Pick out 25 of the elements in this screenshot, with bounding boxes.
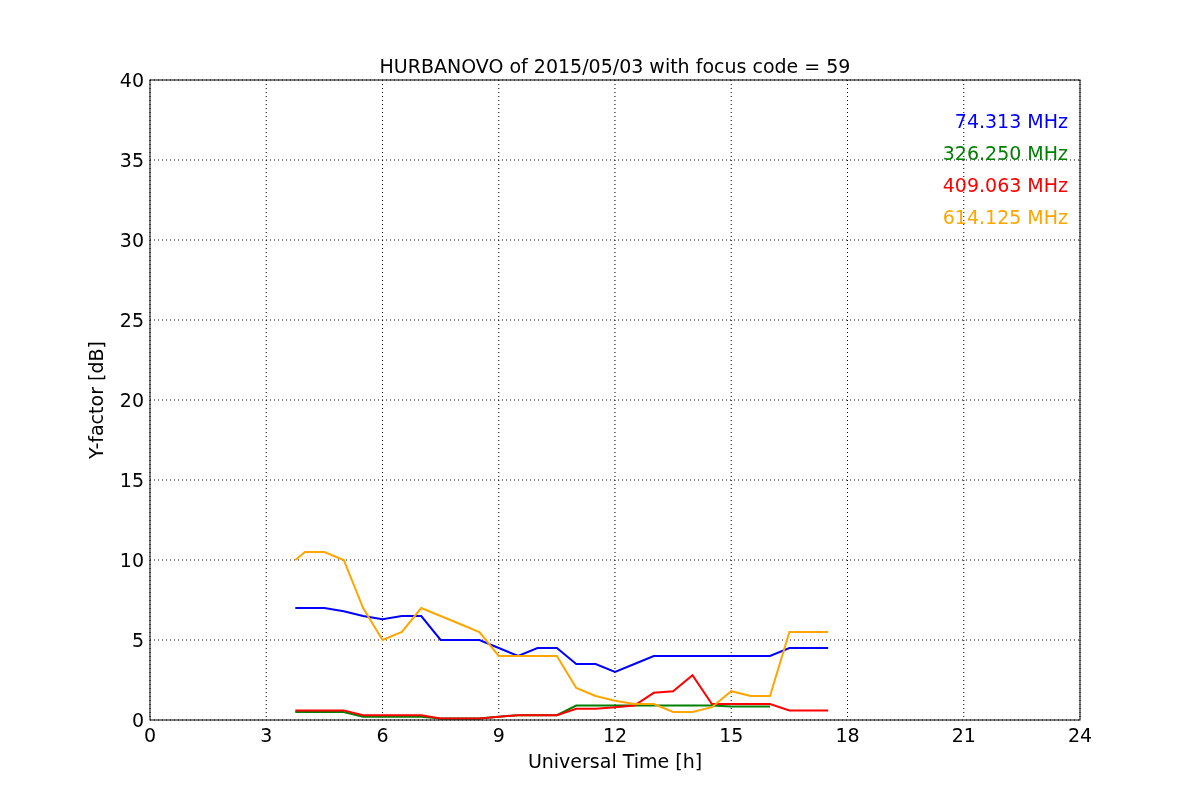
legend-label: 409.063 MHz [942, 174, 1068, 196]
y-tick-label: 20 [119, 389, 144, 411]
y-tick-label: 25 [119, 309, 144, 331]
x-tick-label: 24 [1067, 724, 1093, 746]
legend-label: 74.313 MHz [954, 110, 1068, 132]
x-tick-label: 15 [719, 724, 744, 746]
x-tick-label: 21 [951, 724, 976, 746]
y-tick-label: 30 [119, 229, 144, 251]
x-tick-label: 12 [602, 724, 628, 746]
y-tick-label: 0 [131, 709, 144, 731]
x-tick-label: 3 [260, 724, 273, 746]
legend-label: 614.125 MHz [942, 206, 1068, 228]
chart-title: HURBANOVO of 2015/05/03 with focus code = 59 [379, 55, 851, 77]
y-tick-label: 15 [119, 469, 144, 491]
y-tick-label: 10 [119, 549, 144, 571]
x-tick-label: 18 [835, 724, 860, 746]
x-tick-label: 0 [143, 724, 157, 746]
y-tick-label: 35 [119, 149, 144, 171]
y-axis-label: Y-factor [dB] [85, 341, 107, 459]
x-tick-label: 9 [492, 724, 505, 746]
x-tick-label: 6 [376, 724, 389, 746]
y-tick-label: 5 [131, 629, 144, 651]
y-tick-label: 40 [119, 69, 144, 91]
x-axis-label: Universal Time [h] [527, 750, 703, 772]
legend-label: 326.250 MHz [942, 142, 1068, 164]
